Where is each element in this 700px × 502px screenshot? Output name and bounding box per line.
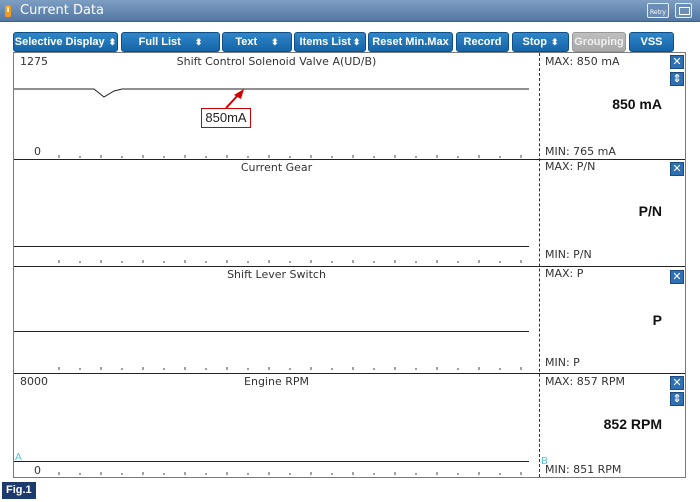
close-panel-button[interactable]: ✕ — [670, 162, 684, 176]
grouping-label: Grouping — [574, 36, 624, 48]
items-list-label: Items List — [299, 36, 351, 48]
resize-panel-button[interactable]: ⇕ — [670, 72, 684, 86]
close-icon: ✕ — [672, 162, 682, 175]
expand-icon: ⇕ — [672, 72, 682, 85]
panel-title: Shift Control Solenoid Valve A(UD/B) — [176, 55, 377, 68]
current-value: 850 mA — [612, 96, 662, 112]
record-button[interactable]: Record — [456, 32, 509, 52]
min-value-label: MIN: 765 mA — [545, 145, 616, 158]
max-value-label: MAX: 850 mA — [545, 55, 620, 68]
selective-display-dropdown[interactable]: Selective Display ⬍ — [13, 32, 118, 52]
current-value: 852 RPM — [603, 416, 662, 432]
min-value-label: MIN: P — [545, 356, 580, 369]
signal-trace — [14, 331, 529, 332]
text-label: Text — [235, 36, 258, 48]
reset-min-max-label: Reset Min.Max — [372, 36, 449, 48]
stop-dropdown[interactable]: Stop ⬍ — [512, 32, 569, 52]
retry-button[interactable]: Retry — [647, 3, 669, 18]
window-title-bar: Current Data Retry — [0, 0, 700, 22]
x-axis-ticks — [58, 260, 522, 263]
updown-icon: ⬍ — [194, 37, 203, 47]
updown-icon: ⬍ — [271, 37, 279, 47]
grouping-button[interactable]: Grouping — [572, 32, 626, 52]
selective-display-label: Selective Display — [14, 36, 105, 48]
panel-title: Engine RPM — [244, 375, 309, 388]
current-value: P — [652, 312, 662, 328]
max-value-label: MAX: P/N — [545, 160, 596, 173]
updown-icon: ⬍ — [550, 37, 559, 47]
graph-panel-shift-solenoid: 1275 Shift Control Solenoid Valve A(UD/B… — [14, 53, 685, 159]
current-data-graph-area: 1275 Shift Control Solenoid Valve A(UD/B… — [13, 52, 686, 478]
panel-title: Shift Lever Switch — [227, 268, 326, 281]
updown-icon: ⬍ — [108, 37, 117, 47]
retry-label: Retry — [650, 9, 666, 16]
graph-panel-shift-lever: Shift Lever Switch MAX: P P MIN: P ✕ — [14, 267, 685, 373]
window-title: Current Data — [20, 3, 104, 18]
x-axis-ticks — [58, 155, 522, 158]
vss-button[interactable]: VSS — [629, 32, 674, 52]
expand-icon: ⇕ — [672, 392, 682, 405]
max-value-label: MAX: P — [545, 267, 584, 280]
close-panel-button[interactable]: ✕ — [670, 376, 684, 390]
graph-panel-current-gear: Current Gear MAX: P/N P/N MIN: P/N ✕ — [14, 160, 685, 266]
vss-label: VSS — [640, 36, 663, 48]
x-axis-ticks — [58, 472, 522, 475]
signal-trace — [14, 461, 529, 462]
full-list-label: Full List — [138, 36, 181, 48]
items-list-dropdown[interactable]: Items List ⬍ — [294, 32, 366, 52]
updown-icon: ⬍ — [352, 37, 361, 47]
cursor-a-marker[interactable]: A — [15, 451, 22, 464]
full-list-dropdown[interactable]: Full List ⬍ — [121, 32, 220, 52]
close-icon: ✕ — [672, 270, 682, 283]
min-value-label: MIN: 851 RPM — [545, 463, 622, 476]
text-dropdown[interactable]: Text ⬍ — [222, 32, 292, 52]
signal-trace — [14, 246, 529, 247]
figure-label: Fig.1 — [2, 482, 36, 499]
stop-label: Stop — [522, 36, 547, 48]
record-label: Record — [463, 36, 502, 48]
current-value: P/N — [638, 203, 662, 219]
close-icon: ✕ — [672, 376, 682, 389]
close-icon: ✕ — [672, 55, 682, 68]
close-panel-button[interactable]: ✕ — [670, 55, 684, 69]
max-value-label: MAX: 857 RPM — [545, 375, 626, 388]
annotation-callout: 850mA — [201, 108, 251, 128]
panel-title: Current Gear — [240, 161, 313, 174]
app-icon — [5, 5, 11, 17]
reset-min-max-button[interactable]: Reset Min.Max — [368, 32, 453, 52]
window-restore-button[interactable] — [675, 3, 692, 18]
x-axis-ticks — [58, 367, 522, 370]
min-value-label: MIN: P/N — [545, 248, 592, 261]
graph-panel-engine-rpm: 8000 Engine RPM A 0 B MAX: 857 RPM 852 R… — [14, 374, 685, 477]
signal-trace — [14, 88, 529, 98]
resize-panel-button[interactable]: ⇕ — [670, 392, 684, 406]
close-panel-button[interactable]: ✕ — [670, 270, 684, 284]
